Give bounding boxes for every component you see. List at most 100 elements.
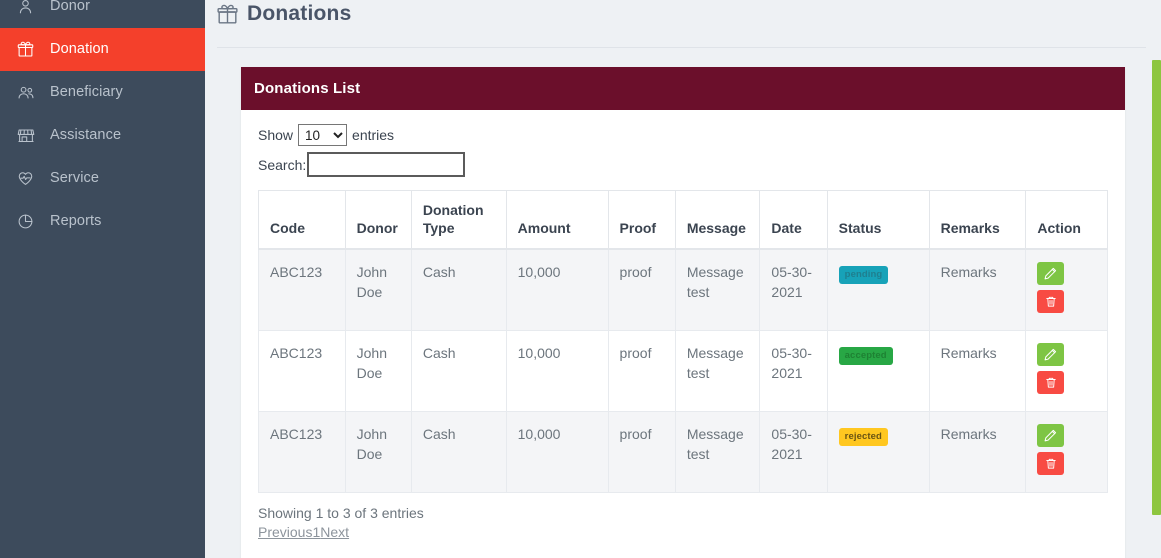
cell-remarks: Remarks xyxy=(928,248,1027,331)
cell-donor: John Doe xyxy=(344,248,412,331)
edit-button[interactable] xyxy=(1037,262,1065,285)
column-header-remarks[interactable]: Remarks xyxy=(928,190,1027,250)
cell-date: 05-30-2021 xyxy=(759,248,828,331)
datatable-controls: Show 102550100 entries Search: xyxy=(258,124,1108,177)
show-label: Show xyxy=(258,127,294,143)
cell-date: 05-30-2021 xyxy=(759,411,828,493)
entries-length-control: Show 102550100 entries xyxy=(258,124,1108,146)
cell-remarks: Remarks xyxy=(928,411,1027,493)
delete-button[interactable] xyxy=(1037,290,1065,313)
heart-pulse-icon xyxy=(17,170,39,188)
search-label-text: Search: xyxy=(258,156,307,173)
sidebar-item-service[interactable]: Service xyxy=(0,157,205,200)
store-icon xyxy=(17,127,39,145)
column-header-amount[interactable]: Amount xyxy=(505,190,609,250)
sidebar-item-beneficiary[interactable]: Beneficiary xyxy=(0,71,205,114)
search-input[interactable] xyxy=(307,152,466,177)
pagination: Previous1Next xyxy=(258,524,1108,540)
cell-proof: proof xyxy=(607,330,676,412)
column-header-action[interactable]: Action xyxy=(1025,190,1108,250)
cell-donation-type: Cash xyxy=(410,330,507,412)
entries-info: Showing 1 to 3 of 3 entries xyxy=(258,505,424,521)
cell-donor: John Doe xyxy=(344,411,412,493)
page-scrollbar-track[interactable] xyxy=(1146,0,1161,558)
table-header-row: Code Donor Donation Type Amount Proof Message… xyxy=(258,190,1108,250)
table-row: ABC123 John Doe Cash 10,000 proof Message tes… xyxy=(258,330,1108,412)
sidebar-item-donation[interactable]: Donation xyxy=(0,28,205,71)
cell-amount: 10,000 xyxy=(505,330,609,412)
column-header-donor[interactable]: Donor xyxy=(344,190,412,250)
page-title-text: Donations xyxy=(247,2,352,25)
pie-chart-icon xyxy=(17,213,39,231)
cell-proof: proof xyxy=(607,248,676,331)
page-scrollbar-thumb[interactable] xyxy=(1152,60,1161,515)
column-header-donation-type[interactable]: Donation Type xyxy=(410,190,507,250)
main-content: Donations Donations List Show 102550100 … xyxy=(205,0,1161,558)
table-row: ABC123 John Doe Cash 10,000 proof Message tes… xyxy=(258,411,1108,493)
delete-button[interactable] xyxy=(1037,371,1065,394)
sidebar-item-label: Service xyxy=(50,170,100,187)
column-header-code[interactable]: Code xyxy=(258,190,346,250)
sidebar-item-reports[interactable]: Reports xyxy=(0,200,205,243)
cell-amount: 10,000 xyxy=(505,411,609,493)
cell-status: rejected xyxy=(826,411,930,493)
card-header: Donations List xyxy=(241,67,1125,110)
cell-code: ABC123 xyxy=(258,330,346,412)
pagination-previous[interactable]: Previous xyxy=(258,524,312,540)
sidebar-item-label: Reports xyxy=(50,213,102,230)
cell-status: accepted xyxy=(826,330,930,412)
sidebar-item-donor[interactable]: Donor xyxy=(0,0,205,28)
sidebar-item-label: Donation xyxy=(50,41,109,58)
table-body: ABC123 John Doe Cash 10,000 proof Message tes… xyxy=(258,248,1108,493)
table-row: ABC123 John Doe Cash 10,000 proof Message tes… xyxy=(258,248,1108,331)
column-header-status[interactable]: Status xyxy=(826,190,930,250)
status-badge: accepted xyxy=(838,347,893,365)
entries-length-select[interactable]: 102550100 xyxy=(298,124,348,146)
cell-code: ABC123 xyxy=(258,411,346,493)
cell-message: Message test xyxy=(674,248,761,331)
card-bottom-spacer xyxy=(241,540,1125,558)
cell-action xyxy=(1025,330,1108,412)
app-root: DashboardDonorDonationBeneficiaryAssista… xyxy=(0,0,1161,558)
sidebar-item-assistance[interactable]: Assistance xyxy=(0,114,205,157)
column-header-proof[interactable]: Proof xyxy=(607,190,676,250)
sidebar-nav-list: DashboardDonorDonationBeneficiaryAssista… xyxy=(0,0,205,243)
page-title: Donations xyxy=(217,2,351,26)
edit-button[interactable] xyxy=(1037,343,1065,366)
card-title: Donations List xyxy=(254,80,361,97)
table-head: Code Donor Donation Type Amount Proof Message… xyxy=(258,190,1108,250)
delete-button[interactable] xyxy=(1037,452,1065,475)
entries-length-label: Show 102550100 entries xyxy=(258,124,394,146)
cell-amount: 10,000 xyxy=(505,248,609,331)
sidebar: DashboardDonorDonationBeneficiaryAssista… xyxy=(0,0,205,558)
user-icon xyxy=(17,0,39,16)
cell-donation-type: Cash xyxy=(410,411,507,493)
users-icon xyxy=(17,84,39,102)
sidebar-item-label: Beneficiary xyxy=(50,84,123,101)
column-header-date[interactable]: Date xyxy=(759,190,828,250)
cell-date: 05-30-2021 xyxy=(759,330,828,412)
gift-icon xyxy=(17,41,39,59)
cell-action xyxy=(1025,411,1108,493)
status-badge: pending xyxy=(838,266,889,284)
pagination-next[interactable]: Next xyxy=(320,524,349,540)
cell-donation-type: Cash xyxy=(410,248,507,331)
cell-message: Message test xyxy=(674,330,761,412)
donations-table: Code Donor Donation Type Amount Proof Message… xyxy=(258,190,1108,493)
edit-button[interactable] xyxy=(1037,424,1065,447)
donations-card: Donations List Show 102550100 entries Se… xyxy=(241,67,1125,558)
cell-remarks: Remarks xyxy=(928,330,1027,412)
column-header-message[interactable]: Message xyxy=(674,190,761,250)
sidebar-item-label: Donor xyxy=(50,0,90,15)
header-divider xyxy=(217,47,1153,48)
cell-donor: John Doe xyxy=(344,330,412,412)
sidebar-item-label: Assistance xyxy=(50,127,122,144)
cell-proof: proof xyxy=(607,411,676,493)
search-control: Search: xyxy=(258,152,1108,177)
cell-code: ABC123 xyxy=(258,248,346,331)
entries-label: entries xyxy=(352,127,395,143)
status-badge: rejected xyxy=(838,428,888,446)
cell-action xyxy=(1025,248,1108,331)
datatable-footer: Showing 1 to 3 of 3 entries Previous1Nex… xyxy=(241,493,1125,540)
search-label: Search: xyxy=(258,152,466,177)
